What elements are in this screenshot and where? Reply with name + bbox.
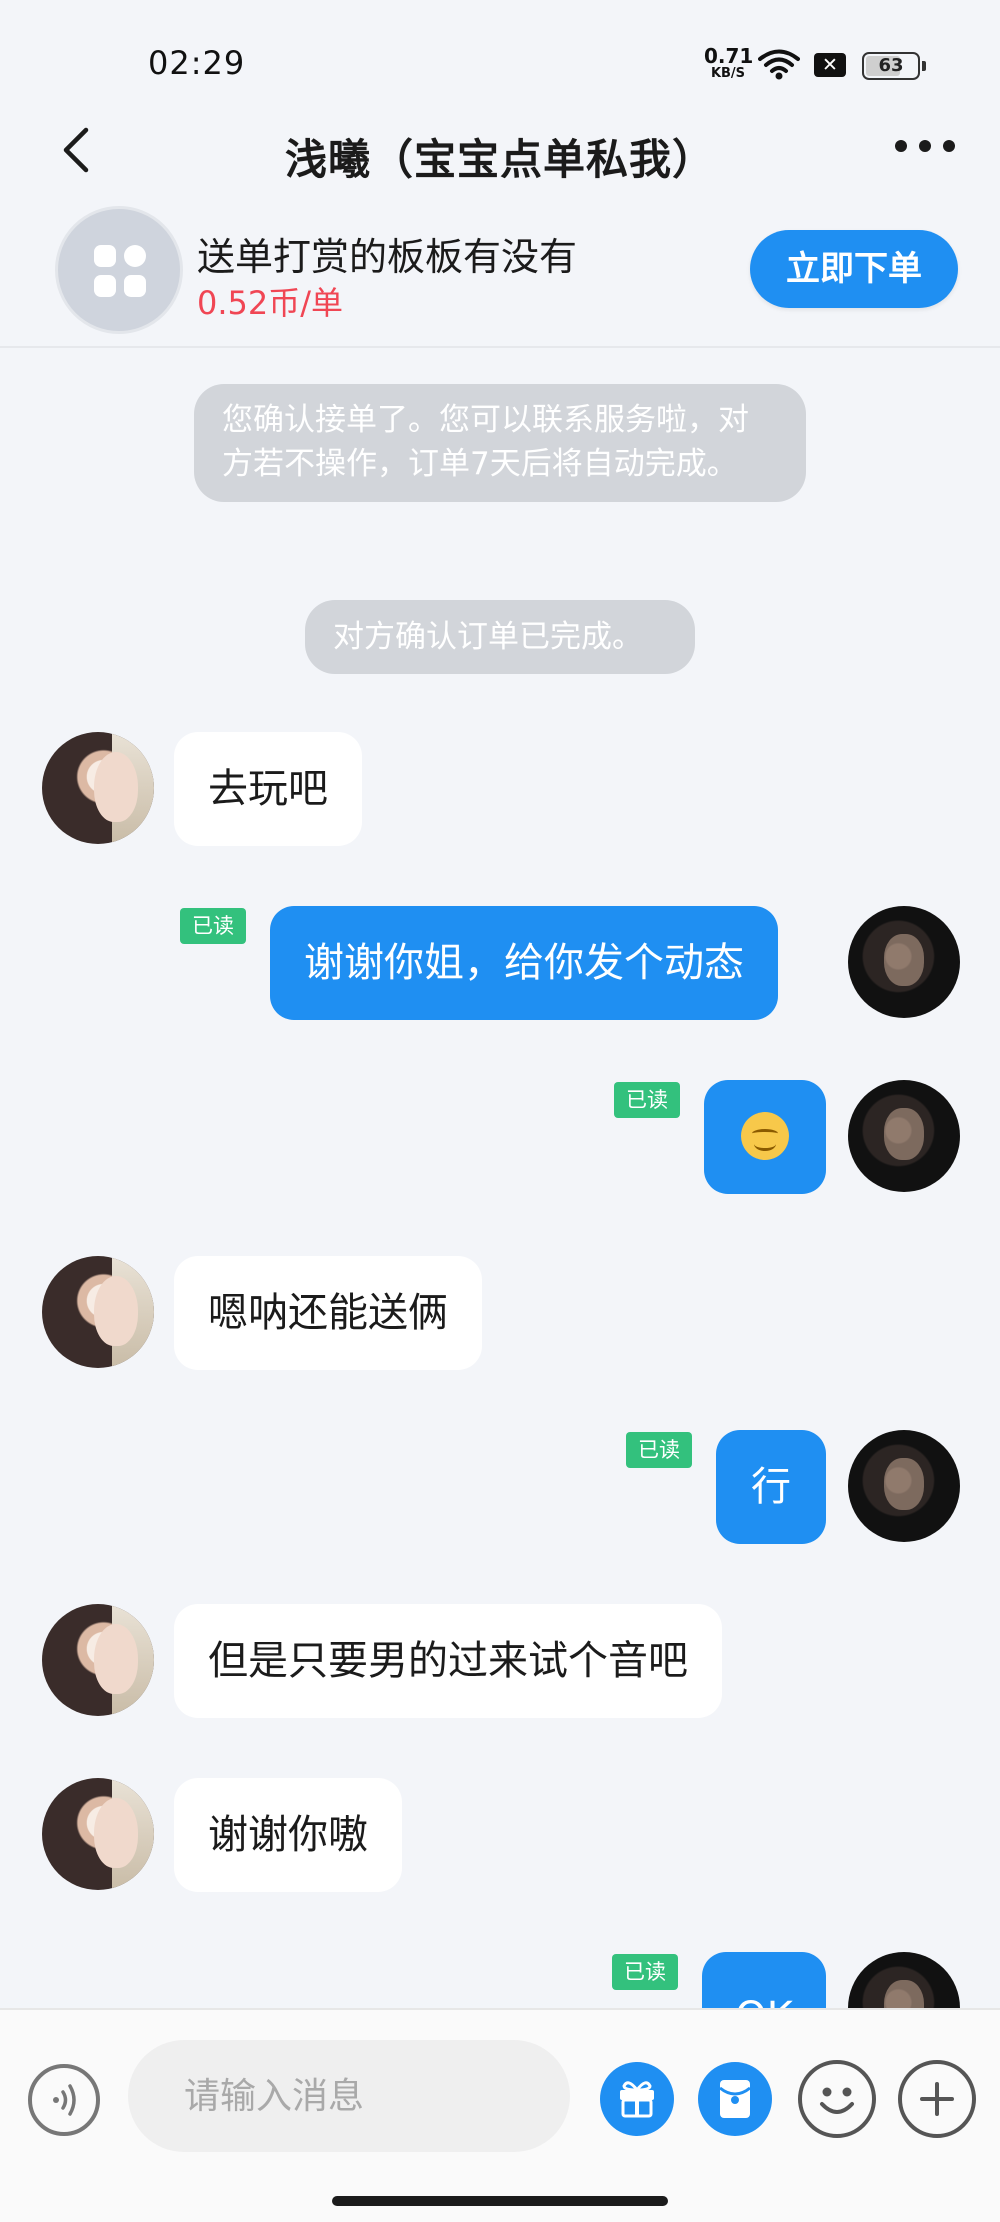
page-title: 浅曦（宝宝点单私我） xyxy=(284,135,715,184)
home-indicator[interactable] xyxy=(332,2196,668,2206)
system-message: 您确认接单了。您可以联系服务啦，对方若不操作，订单7天后将自动完成。 xyxy=(194,384,806,502)
message-bubble-received[interactable]: 去玩吧 xyxy=(174,732,362,846)
chat-screen: 02:29 0.71 KB/S ✕ 63 浅曦（宝宝点单私我） 送单打赏的板板有… xyxy=(0,0,1000,2222)
message-bubble-received[interactable]: 嗯呐还能送俩 xyxy=(174,1256,482,1370)
read-status-badge: 已读 xyxy=(612,1954,678,1990)
contact-avatar[interactable] xyxy=(42,732,154,844)
contact-avatar[interactable] xyxy=(42,1604,154,1716)
more-icon[interactable] xyxy=(892,126,958,166)
message-bubble-sent[interactable]: 谢谢你姐，给你发个动态 xyxy=(270,906,778,1020)
user-avatar[interactable] xyxy=(848,1430,960,1542)
voice-input-button[interactable] xyxy=(28,2064,100,2136)
more-options-button[interactable] xyxy=(898,2060,976,2138)
read-status-badge: 已读 xyxy=(626,1432,692,1468)
no-sim-icon: ✕ xyxy=(814,53,846,77)
message-bubble-received[interactable]: 但是只要男的过来试个音吧 xyxy=(174,1604,722,1718)
battery-level: 63 xyxy=(878,55,904,76)
message-bubble-received[interactable]: 谢谢你嗷 xyxy=(174,1778,402,1892)
service-price: 0.52币/单 xyxy=(197,284,344,322)
status-time: 02:29 xyxy=(148,44,246,82)
system-message: 对方确认订单已完成。 xyxy=(305,600,695,674)
app-grid-icon xyxy=(94,245,146,297)
voice-icon xyxy=(53,2084,76,2116)
read-status-badge: 已读 xyxy=(180,908,246,944)
service-name: 送单打赏的板板有没有 xyxy=(197,235,578,279)
red-packet-button[interactable] xyxy=(698,2062,772,2136)
order-banner: 送单打赏的板板有没有 0.52币/单 立即下单 xyxy=(0,200,1000,348)
network-speed-unit: KB/S xyxy=(710,66,746,81)
message-input-bar xyxy=(0,2008,1000,2222)
message-bubble-sent[interactable] xyxy=(704,1080,826,1194)
nav-bar: 浅曦（宝宝点单私我） xyxy=(0,100,1000,200)
user-avatar[interactable] xyxy=(848,906,960,1018)
gift-icon xyxy=(620,2081,654,2118)
emoji-button[interactable] xyxy=(798,2060,876,2138)
message-input[interactable] xyxy=(128,2040,570,2152)
gift-button[interactable] xyxy=(600,2062,674,2136)
message-bubble-sent[interactable]: 行 xyxy=(716,1430,826,1544)
user-avatar[interactable] xyxy=(848,1080,960,1192)
battery-icon: 63 xyxy=(862,52,926,80)
back-icon[interactable] xyxy=(56,120,96,180)
red-packet-icon xyxy=(719,2080,751,2118)
order-now-button[interactable]: 立即下单 xyxy=(750,230,958,308)
status-bar: 02:29 0.71 KB/S ✕ 63 xyxy=(0,0,1000,100)
plus-icon xyxy=(920,2082,954,2116)
smiling-face-emoji-icon xyxy=(741,1112,789,1160)
network-speed: 0.71 KB/S xyxy=(704,44,754,81)
smiley-icon xyxy=(820,2087,854,2114)
contact-avatar[interactable] xyxy=(42,1256,154,1368)
network-speed-value: 0.71 xyxy=(704,44,754,68)
read-status-badge: 已读 xyxy=(614,1082,680,1118)
contact-avatar[interactable] xyxy=(42,1778,154,1890)
service-thumbnail xyxy=(55,206,183,334)
wifi-icon xyxy=(758,49,800,80)
